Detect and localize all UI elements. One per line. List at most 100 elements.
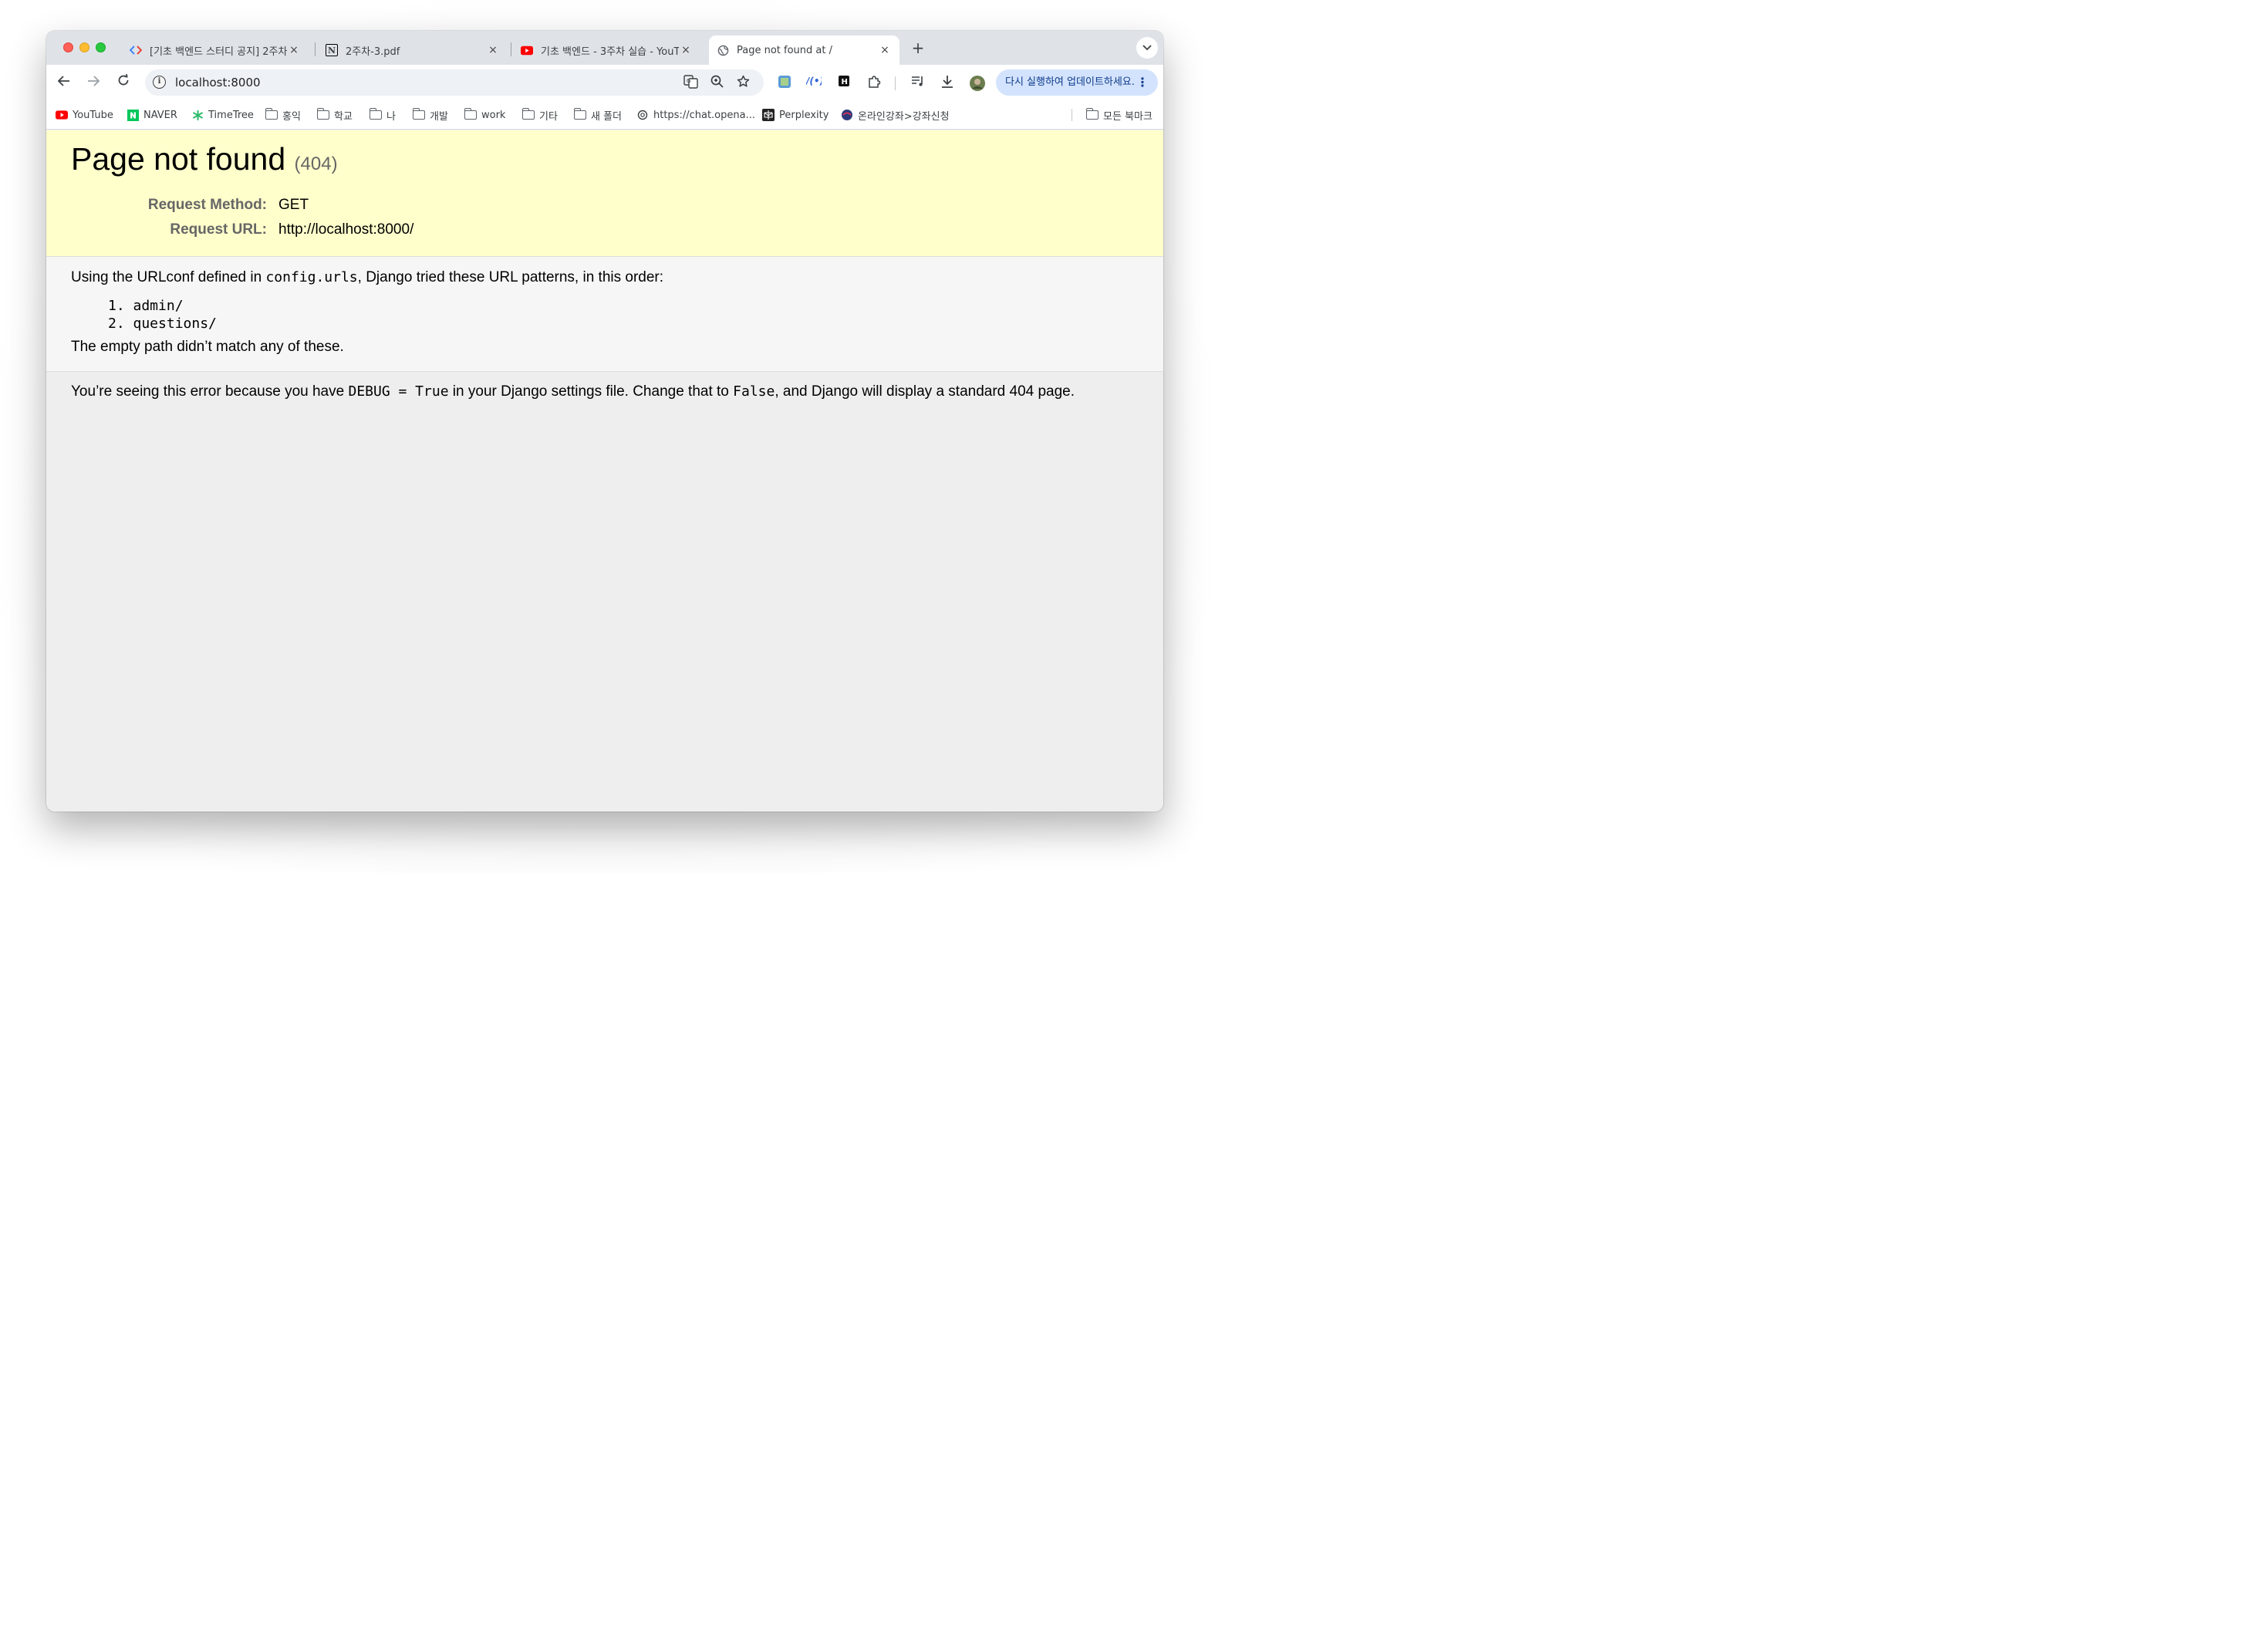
debug-false: False (733, 383, 775, 400)
urlconf-prefix: Using the URLconf defined in (71, 269, 266, 285)
translate-icon[interactable]: G (683, 75, 698, 90)
status-code: (404) (294, 154, 338, 174)
tab-study-notice[interactable]: [기초 백엔드 스터디 공지] 2주차 실 × (122, 35, 309, 65)
bookmark-label: 모든 북마크 (1103, 110, 1153, 123)
bookmark-label: 나 (386, 110, 396, 123)
bookmark-chatgpt[interactable]: https://chat.opena... (636, 108, 755, 122)
new-tab-button[interactable]: + (909, 39, 927, 57)
tab-close-icon[interactable]: × (878, 44, 892, 56)
urlconf-module: config.urls (265, 269, 358, 285)
tab-title: 기초 백엔드 - 3주차 실습 - YouTu (541, 46, 679, 58)
folder-icon (316, 108, 329, 120)
tab-page-not-found[interactable]: Page not found at / × (709, 35, 899, 65)
bookmark-label: NAVER (143, 109, 177, 121)
extension-screenshot-icon[interactable] (777, 75, 792, 90)
bookmark-timetree[interactable]: TimeTree (191, 108, 254, 122)
address-bar[interactable]: i localhost:8000 G (145, 69, 764, 96)
close-window-button[interactable] (63, 42, 73, 52)
svg-text:/(•): /(•) (806, 76, 822, 86)
bookmark-naver[interactable]: NAVER (127, 108, 177, 122)
url-pattern: 2. questions/ (108, 316, 217, 332)
tab-close-icon[interactable]: × (287, 44, 301, 56)
bookmark-label: 기타 (539, 110, 558, 123)
relaunch-update-button[interactable]: 다시 실행하여 업데이트하세요. ⋮ (996, 69, 1158, 96)
site-info-icon[interactable]: i (153, 76, 166, 89)
debug-setting: DEBUG = True (348, 383, 449, 400)
urlconf-info: Using the URLconf defined in config.urls… (46, 257, 1163, 372)
browser-toolbar: i localhost:8000 G /(•) H (46, 65, 1163, 100)
bookmark-all-bookmarks[interactable]: 모든 북마크 (1085, 108, 1153, 123)
notion-icon: N (326, 44, 338, 56)
bookmark-label: 온라인강좌>강좌신청 (858, 110, 950, 123)
page-content: Page not found (404) Request Method: GET… (46, 130, 1163, 812)
tab-youtube[interactable]: 기초 백엔드 - 3주차 실습 - YouTu × (513, 35, 700, 65)
openai-icon (636, 110, 649, 120)
bookmark-label: 새 폴더 (591, 110, 623, 123)
reload-button[interactable] (113, 73, 133, 93)
debug-prefix: You’re seeing this error because you hav… (71, 383, 349, 400)
bookmark-folder-new[interactable]: 새 폴더 (573, 108, 623, 123)
tab-search-button[interactable] (1136, 37, 1158, 59)
folder-icon (573, 108, 586, 120)
maximize-window-button[interactable] (96, 42, 106, 52)
bookmark-star-icon[interactable] (735, 75, 751, 90)
bookmark-label: 학교 (334, 110, 353, 123)
folder-icon (1085, 108, 1099, 120)
bookmark-label: https://chat.opena... (653, 109, 755, 121)
zoom-icon[interactable] (709, 75, 724, 90)
svg-text:H: H (842, 78, 848, 86)
bookmark-folder-work[interactable]: work (464, 108, 505, 122)
profile-avatar-icon[interactable] (969, 75, 985, 91)
bookmark-label: work (481, 109, 506, 121)
extension-h-icon[interactable]: H (836, 75, 852, 90)
url-pattern: 1. admin/ (108, 298, 184, 314)
tab-pdf[interactable]: N 2주차-3.pdf × (318, 35, 508, 65)
svg-text:G: G (687, 78, 690, 84)
urlconf-suffix: , Django tried these URL patterns, in th… (357, 269, 664, 285)
urlconf-description: Using the URLconf defined in config.urls… (71, 269, 663, 286)
bookmark-label: Perplexity (779, 109, 829, 121)
minimize-window-button[interactable] (79, 42, 89, 52)
bookmark-folder-dev[interactable]: 개발 (412, 108, 448, 123)
tab-title: 2주차-3.pdf (346, 46, 400, 58)
bookmark-label: 개발 (430, 110, 448, 123)
extensions-puzzle-icon[interactable] (866, 75, 882, 90)
tab-separator (315, 42, 316, 56)
forward-arrow-icon (88, 76, 100, 86)
bookmark-label: TimeTree (208, 109, 254, 121)
bookmark-folder-hongik[interactable]: 홍익 (265, 108, 301, 123)
back-button[interactable] (54, 73, 74, 93)
request-method-value: GET (278, 197, 309, 213)
relaunch-update-label: 다시 실행하여 업데이트하세요. (1005, 76, 1135, 88)
tab-title: Page not found at / (737, 44, 832, 56)
globe-icon (841, 110, 853, 120)
request-url-value: http://localhost:8000/ (278, 221, 414, 238)
media-controls-icon[interactable] (910, 75, 926, 90)
toolbar-separator (895, 76, 896, 90)
bookmark-folder-me[interactable]: 나 (369, 108, 396, 123)
folder-icon (464, 108, 477, 120)
extension-regex-icon[interactable]: /(•) (805, 75, 824, 90)
bookmarks-bar: YouTube NAVER TimeTree 홍익 학교 나 개발 work 기… (46, 100, 1163, 130)
bookmark-folder-school[interactable]: 학교 (316, 108, 353, 123)
folder-icon (412, 108, 425, 120)
download-icon[interactable] (940, 75, 955, 90)
bookmark-perplexity[interactable]: Perplexity (762, 108, 829, 122)
bookmark-online-course[interactable]: 온라인강좌>강좌신청 (841, 108, 950, 123)
bookmark-youtube[interactable]: YouTube (56, 108, 113, 122)
timetree-icon (191, 110, 204, 120)
request-url-label: Request URL: (170, 221, 267, 238)
tab-close-icon[interactable]: × (486, 44, 500, 56)
address-text[interactable]: localhost:8000 (175, 76, 261, 89)
folder-icon (369, 108, 382, 120)
bookmark-label: YouTube (73, 109, 113, 121)
bookmark-folder-etc[interactable]: 기타 (521, 108, 558, 123)
reload-icon (118, 73, 129, 86)
tab-strip: [기초 백엔드 스터디 공지] 2주차 실 × N 2주차-3.pdf × 기초… (46, 31, 1163, 65)
globe-icon (717, 44, 729, 56)
tab-close-icon[interactable]: × (679, 44, 693, 56)
browser-menu-icon[interactable]: ⋮ (1136, 69, 1149, 96)
youtube-icon (521, 44, 533, 56)
bookmark-label: 홍익 (282, 110, 301, 123)
forward-button[interactable] (83, 73, 103, 93)
